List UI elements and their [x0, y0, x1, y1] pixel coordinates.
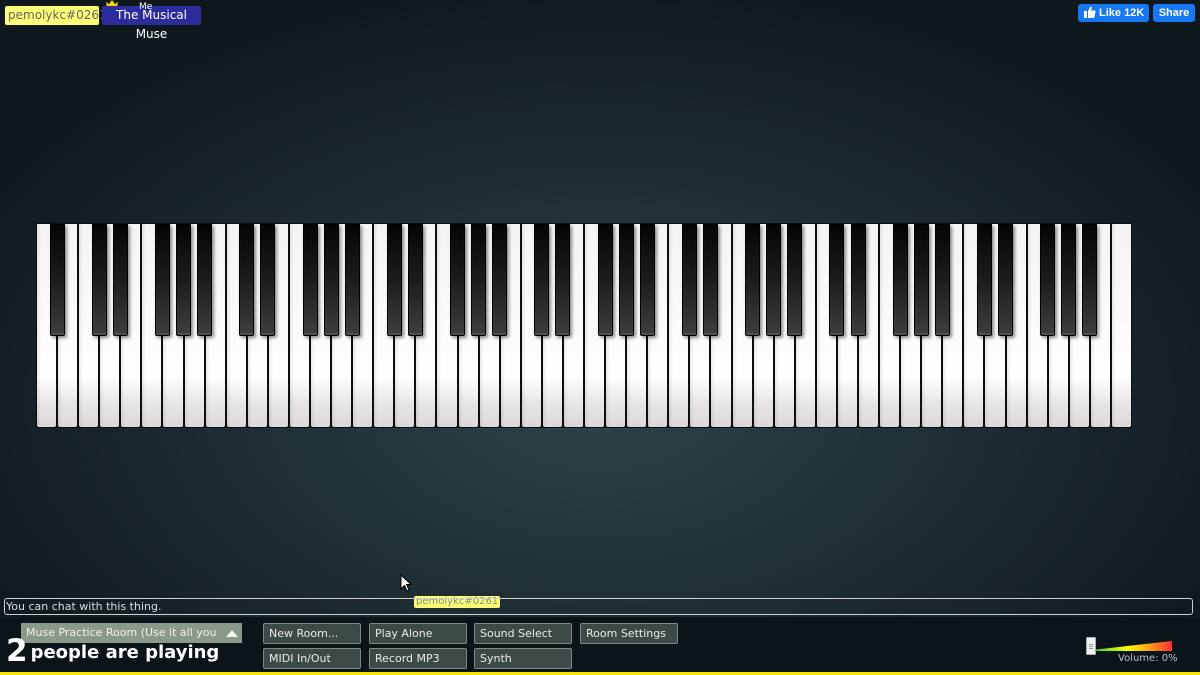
black-key-asharp4[interactable] [639, 224, 655, 336]
black-key-fsharp3[interactable] [450, 224, 466, 336]
black-key-gsharp4[interactable] [618, 224, 634, 336]
black-key-csharp7[interactable] [976, 224, 992, 336]
black-key-csharp1[interactable] [91, 224, 107, 336]
white-key-c8[interactable] [1111, 224, 1131, 427]
black-key-fsharp6[interactable] [892, 224, 908, 336]
black-key-fsharp2[interactable] [302, 224, 318, 336]
player-count-text: people are playing [30, 642, 220, 663]
volume-track[interactable] [1092, 641, 1172, 651]
black-key-gsharp2[interactable] [323, 224, 339, 336]
black-key-csharp4[interactable] [534, 224, 550, 336]
black-key-fsharp1[interactable] [154, 224, 170, 336]
me-label: Me [139, 2, 153, 12]
black-key-asharp2[interactable] [344, 224, 360, 336]
sound-select-button[interactable]: Sound Select [474, 623, 572, 644]
black-key-fsharp4[interactable] [597, 224, 613, 336]
black-key-dsharp5[interactable] [702, 224, 718, 336]
synth-button[interactable]: Synth [474, 648, 572, 669]
player-count: 2 people are playing [6, 633, 219, 669]
triangle-up-icon[interactable] [222, 623, 242, 643]
thumbs-up-icon [1084, 6, 1096, 18]
black-key-dsharp2[interactable] [260, 224, 276, 336]
black-key-dsharp3[interactable] [407, 224, 423, 336]
black-key-gsharp1[interactable] [176, 224, 192, 336]
new-room-button[interactable]: New Room... [263, 623, 361, 644]
midi-in-out-button[interactable]: MIDI In/Out [263, 648, 361, 669]
piano-keyboard [36, 223, 1132, 428]
room-settings-button[interactable]: Room Settings [580, 623, 678, 644]
my-name-tag[interactable]: pemolykc#0261 [5, 6, 107, 25]
black-key-gsharp6[interactable] [913, 224, 929, 336]
black-key-asharp6[interactable] [934, 224, 950, 336]
play-alone-button[interactable]: Play Alone [369, 623, 467, 644]
record-mp3-button[interactable]: Record MP3 [369, 648, 467, 669]
black-key-csharp6[interactable] [829, 224, 845, 336]
mouse-pointer-icon [400, 574, 412, 592]
black-key-asharp5[interactable] [787, 224, 803, 336]
chat-input[interactable] [4, 598, 1193, 615]
black-key-csharp2[interactable] [239, 224, 255, 336]
black-key-dsharp4[interactable] [555, 224, 571, 336]
black-key-gsharp5[interactable] [766, 224, 782, 336]
black-key-asharp0[interactable] [49, 224, 65, 336]
black-key-fsharp5[interactable] [745, 224, 761, 336]
black-key-asharp1[interactable] [197, 224, 213, 336]
black-key-dsharp6[interactable] [850, 224, 866, 336]
black-key-dsharp7[interactable] [998, 224, 1014, 336]
black-key-csharp5[interactable] [681, 224, 697, 336]
facebook-share-button[interactable]: Share [1153, 4, 1195, 22]
player-count-number: 2 [6, 633, 28, 669]
black-key-csharp3[interactable] [386, 224, 402, 336]
facebook-like-label: Like 12K [1099, 7, 1145, 19]
black-key-gsharp3[interactable] [471, 224, 487, 336]
facebook-like-button[interactable]: Like 12K [1078, 4, 1149, 22]
black-key-dsharp1[interactable] [112, 224, 128, 336]
black-key-fsharp7[interactable] [1040, 224, 1056, 336]
black-key-gsharp7[interactable] [1061, 224, 1077, 336]
volume-label: Volume: 0% [1118, 653, 1178, 664]
volume-knob[interactable] [1086, 637, 1096, 655]
black-key-asharp3[interactable] [492, 224, 508, 336]
black-key-asharp7[interactable] [1082, 224, 1098, 336]
